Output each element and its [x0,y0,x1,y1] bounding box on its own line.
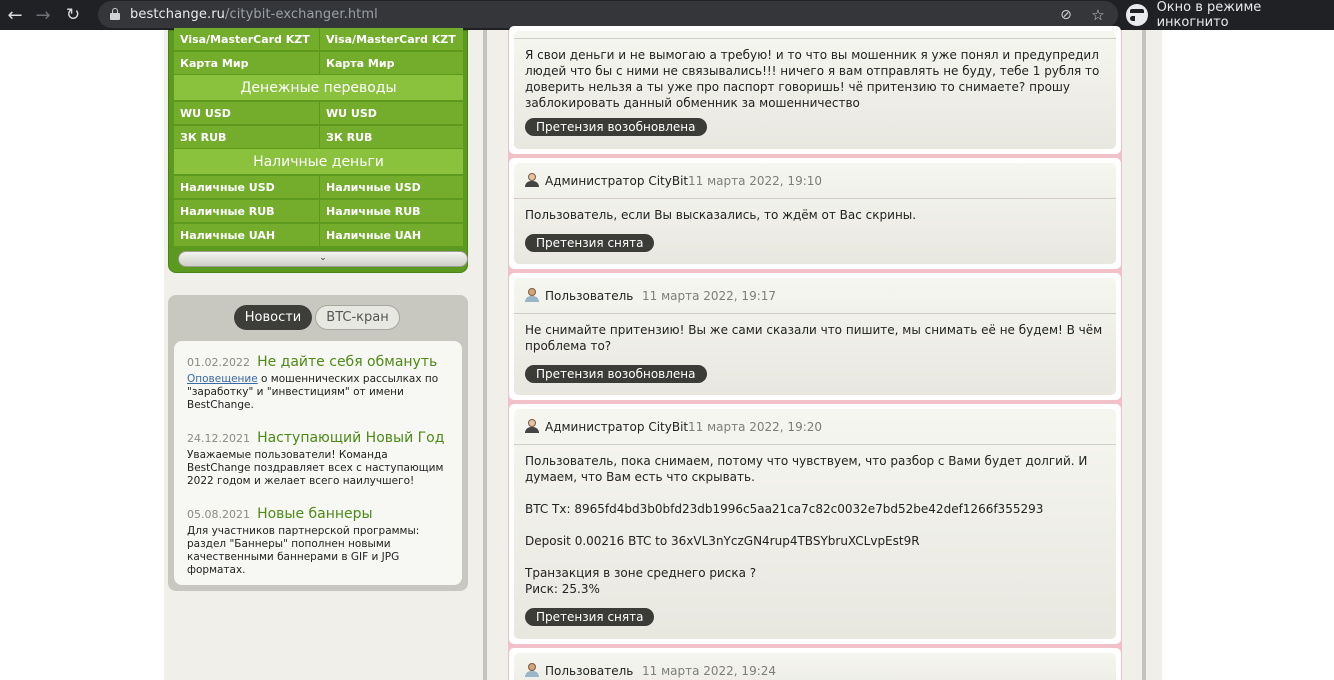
btc-transaction: BTC Tx: 8965fd4bd3b0bfd23db1996c5aa21ca7… [525,502,1044,516]
news-text: Для участников партнерской программы: ра… [187,525,420,576]
currency-get[interactable]: WU USD [319,102,463,125]
currency-row[interactable]: Карта Мир Карта Мир [174,52,463,76]
currency-row[interactable]: WU USD WU USD [174,102,463,126]
currency-give[interactable]: Карта Мир [174,52,319,75]
user-icon [525,288,539,302]
news-title[interactable]: Наступающий Новый Год [257,430,444,446]
review-text: Я свои деньги и не вымогаю а требую! и т… [525,48,1100,110]
risk-value: Риск: 25.3% [525,582,600,596]
reload-icon[interactable]: ↻ [58,0,88,30]
site-content: Visa/MasterCard KZT Visa/MasterCard KZT … [164,26,1162,680]
admin-user-icon [525,419,539,433]
currency-row[interactable]: ЗК RUB ЗК RUB [174,126,463,150]
currency-get[interactable]: ЗК RUB [319,126,463,149]
currency-get[interactable]: Наличные UAH [319,224,463,247]
currency-give[interactable]: Наличные USD [174,176,319,199]
news-list: 01.02.2022 Не дайте себя обмануть Оповещ… [174,341,462,585]
section-heading-transfers: Денежные переводы [174,75,463,101]
review-card: Я свои деньги и не вымогаю а требую! и т… [509,26,1121,154]
news-text: Уважаемые пользователи! Команда BestChan… [187,449,444,487]
currency-row[interactable]: Наличные USD Наличные USD [174,176,463,200]
claim-thread: Я свои деньги и не вымогаю а требую! и т… [508,26,1122,680]
review-text: Пользователь, пока снимаем, потому что ч… [525,454,1088,484]
claim-status-badge: Претензия возобновлена [525,365,707,383]
review-date: 11 марта 2022, 19:17 [642,289,777,303]
review-text: Не снимайте притензию! Вы же сами сказал… [525,323,1103,353]
news-title[interactable]: Новые баннеры [257,506,373,522]
forward-arrow-icon[interactable]: → [28,0,58,30]
review-author: Администратор CityBit [545,420,689,434]
currency-list: Visa/MasterCard KZT Visa/MasterCard KZT … [168,28,468,273]
section-heading-cash: Наличные деньги [174,149,463,175]
currency-row[interactable]: Наличные UAH Наличные UAH [174,224,463,248]
news-date: 24.12.2021 [187,432,250,445]
page: Visa/MasterCard KZT Visa/MasterCard KZT … [0,26,1334,680]
expand-list-button[interactable]: ⌄ [178,251,468,267]
chevron-down-icon: ⌄ [319,253,327,263]
currency-give[interactable]: WU USD [174,102,319,125]
notification-link[interactable]: Оповещение [187,373,258,385]
star-icon[interactable]: ☆ [1088,5,1108,25]
address-bar[interactable]: bestchange.ru/citybit-exchanger.html ⊘ ☆ [98,1,1118,28]
review-date: 11 марта 2022, 19:24 [642,664,777,678]
url-text[interactable]: bestchange.ru/citybit-exchanger.html [130,7,378,22]
currency-row[interactable]: Наличные RUB Наличные RUB [174,200,463,224]
column-divider [483,30,487,680]
review-date: 11 марта 2022, 19:20 [688,420,823,434]
tab-news[interactable]: Новости [234,305,312,330]
news-title[interactable]: Не дайте себя обмануть [257,354,437,370]
currency-give[interactable]: Наличные UAH [174,224,319,247]
currency-give[interactable]: Наличные RUB [174,200,319,223]
review-card: Пользователь 11 марта 2022, 19:17 Не сни… [509,273,1121,400]
incognito-indicator[interactable]: Окно в режиме инкогнито [1126,0,1334,30]
tab-btc-faucet[interactable]: BTC-кран [315,305,400,330]
admin-user-icon [525,173,539,187]
lock-icon[interactable] [110,8,120,20]
news-item: 01.02.2022 Не дайте себя обмануть Оповещ… [187,351,450,412]
review-card: Администратор CityBit 11 марта 2022, 19:… [509,404,1121,644]
risk-zone: Транзакция в зоне среднего риска ? [525,566,757,580]
column-divider [1142,30,1146,680]
news-item: 05.08.2021 Новые баннеры Для участников … [187,503,450,577]
claim-status-badge: Претензия снята [525,234,655,252]
currency-get[interactable]: Наличные RUB [319,200,463,223]
review-author: Пользователь [545,289,634,303]
news-tabs: Новости BTC-кран [168,305,468,331]
back-arrow-icon[interactable]: ← [0,0,30,30]
deposit-info: Deposit 0.00216 BTC to 36xVL3nYczGN4rup4… [525,534,920,548]
news-panel: Новости BTC-кран 01.02.2022 Не дайте себ… [168,295,468,591]
news-text: Оповещение о мошеннических рассылках по … [187,373,439,411]
review-author: Администратор CityBit [545,174,689,188]
user-icon [525,663,539,677]
news-date: 01.02.2022 [187,356,250,369]
currency-get[interactable]: Наличные USD [319,176,463,199]
incognito-icon [1126,4,1154,26]
review-date: 11 марта 2022, 19:10 [688,174,823,188]
currency-give[interactable]: Visa/MasterCard KZT [174,28,319,51]
news-date: 05.08.2021 [187,508,250,521]
news-item: 24.12.2021 Наступающий Новый Год Уважаем… [187,427,450,488]
review-card: Администратор CityBit 11 марта 2022, 19:… [509,158,1121,269]
eye-off-icon[interactable]: ⊘ [1056,5,1076,25]
review-author: Пользователь [545,664,634,678]
claim-status-badge: Претензия снята [525,608,655,626]
review-text: Пользователь, если Вы высказались, то жд… [525,208,917,222]
currency-get[interactable]: Visa/MasterCard KZT [319,28,463,51]
currency-give[interactable]: ЗК RUB [174,126,319,149]
claim-status-badge: Претензия возобновлена [525,118,707,136]
review-card: Пользователь 11 марта 2022, 19:24 [509,648,1121,680]
currency-row[interactable]: Visa/MasterCard KZT Visa/MasterCard KZT [174,28,463,52]
currency-get[interactable]: Карта Мир [319,52,463,75]
